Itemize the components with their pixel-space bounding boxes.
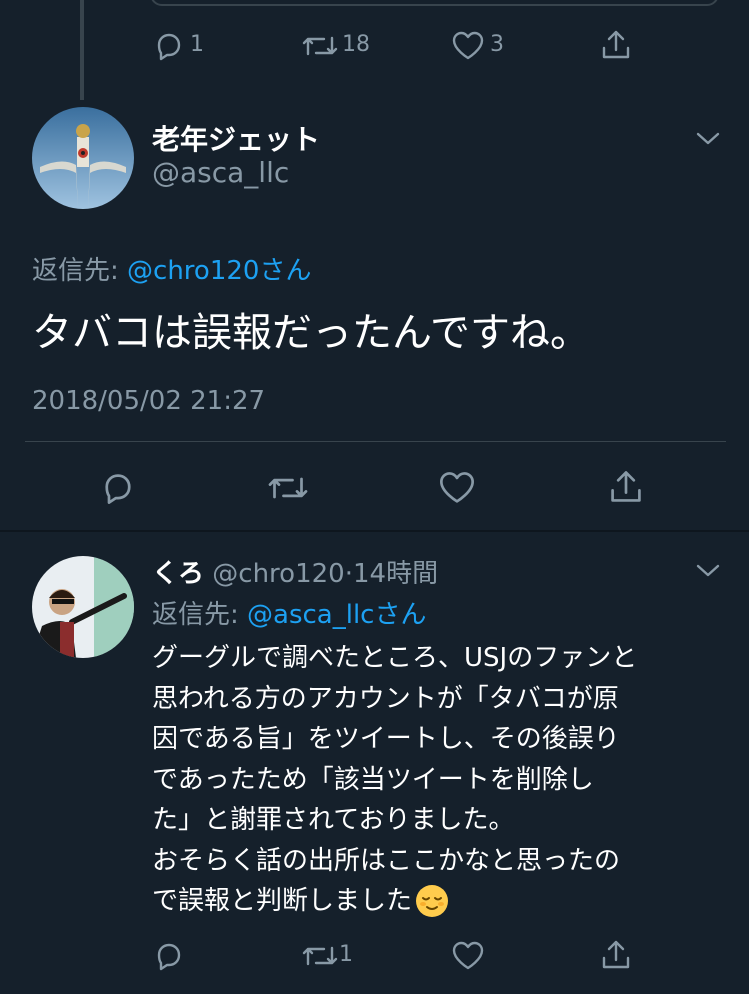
user-handle[interactable]: @asca_llc [152, 156, 289, 189]
text-line-final: で誤報と判断しました [152, 886, 413, 916]
like-icon[interactable] [438, 470, 476, 506]
avatar[interactable] [32, 556, 134, 658]
separator-dot: · [344, 559, 353, 589]
text-line: おそらく話の出所はここかなと思ったの [152, 845, 621, 876]
reply-count: 1 [190, 32, 204, 57]
tweet-time[interactable]: 14時間 [353, 559, 438, 589]
share-icon[interactable] [607, 468, 645, 506]
reply-to-line: 返信先: @chro120さん [32, 250, 311, 287]
quoted-card-edge [150, 0, 719, 6]
text-line: で誤報と判断しました [152, 881, 637, 922]
user-handle[interactable]: @chro120 [212, 559, 344, 589]
reply-icon[interactable] [100, 470, 136, 506]
chevron-down-icon[interactable] [694, 560, 722, 580]
text-line: であったため「該当ツイートを削除し [152, 764, 594, 795]
text-line: グーグルで調べたところ、USJのファンと [152, 643, 638, 673]
avatar[interactable] [32, 107, 134, 209]
tweet-text: タバコは誤報だったんですね。 [32, 310, 590, 356]
retweet-count: 18 [342, 32, 370, 57]
text-line: 思われる方のアカウントが「タバコが原 [152, 683, 619, 714]
chevron-down-icon[interactable] [694, 128, 722, 148]
reply-icon[interactable] [153, 940, 185, 972]
reply-to-prefix: 返信先: [32, 256, 128, 286]
divider [25, 441, 726, 442]
retweet-count: 1 [339, 942, 353, 967]
share-icon[interactable] [599, 28, 633, 62]
like-icon[interactable] [451, 940, 485, 972]
like-icon[interactable] [451, 30, 485, 62]
tweet-text: グーグルで調べたところ、USJのファンと 思われる方のアカウントが「タバコが原 … [152, 638, 637, 922]
reply-to-prefix: 返信先: [152, 600, 248, 630]
text-line: 因である旨」をツイートし、その後誤り [152, 724, 620, 754]
share-icon[interactable] [599, 938, 633, 972]
retweet-icon[interactable] [300, 940, 340, 972]
thread-connector-line [80, 0, 84, 100]
tweet-header: くろ @chro120·14時間 [152, 553, 438, 590]
relieved-face-emoji-icon [414, 883, 450, 919]
reply-to-line: 返信先: @asca_llcさん [152, 594, 426, 631]
reply-to-handle[interactable]: @chro120さん [127, 256, 311, 286]
display-name: 老年ジェット [152, 123, 321, 156]
section-divider [0, 530, 749, 532]
reply-icon[interactable] [153, 30, 185, 62]
like-count: 3 [490, 32, 504, 57]
display-name: くろ [152, 559, 205, 589]
text-line: た」と謝罪されておりました。 [152, 805, 515, 835]
tweet-timestamp: 2018/05/02 21:27 [32, 386, 266, 416]
retweet-icon[interactable] [300, 30, 340, 62]
retweet-icon[interactable] [265, 470, 311, 506]
reply-to-handle[interactable]: @asca_llcさん [247, 600, 426, 630]
